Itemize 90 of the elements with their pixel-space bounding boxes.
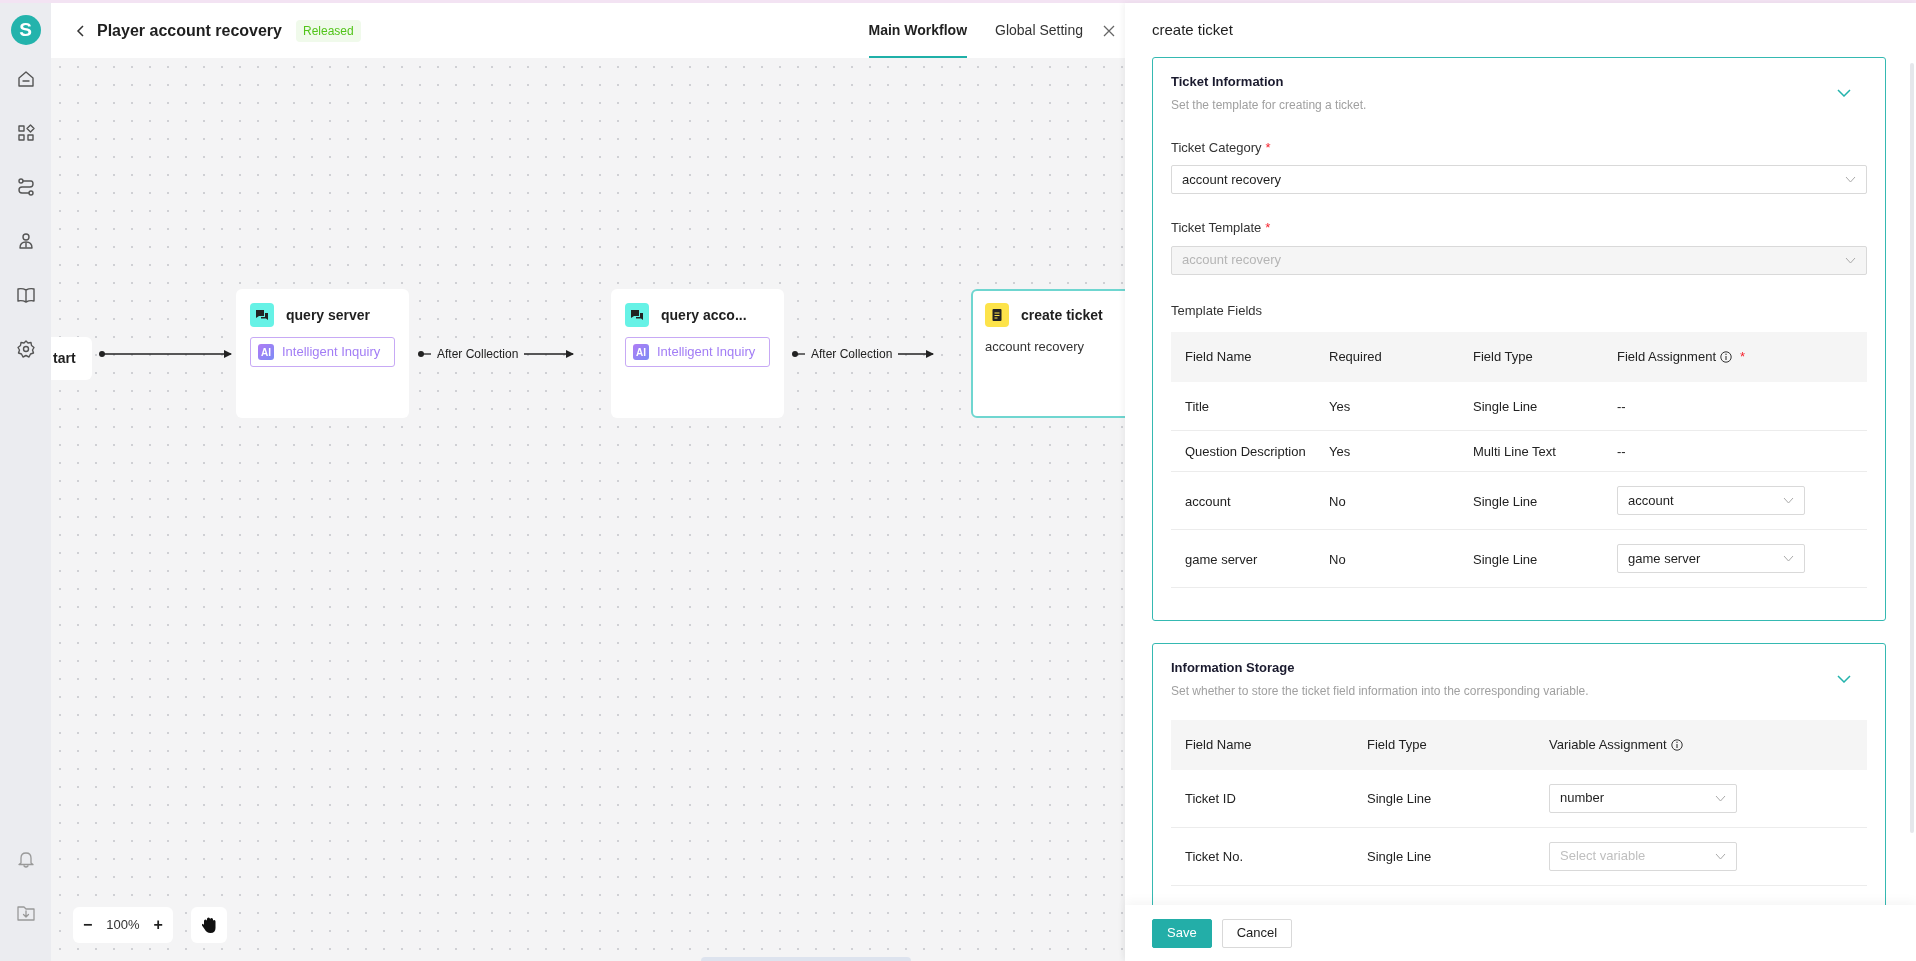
apps-icon[interactable] bbox=[15, 123, 36, 143]
flow-icon[interactable] bbox=[15, 177, 36, 197]
node-title: query server bbox=[286, 305, 371, 325]
workflow-tab[interactable]: Global Setting bbox=[995, 3, 1083, 58]
home-icon[interactable] bbox=[15, 69, 36, 89]
section-subtitle: Set whether to store the ticket field information into the corresponding variable. bbox=[1171, 682, 1589, 700]
dropdown-caret-icon bbox=[1715, 794, 1726, 802]
column-header: Variable Assignment bbox=[1549, 735, 1667, 754]
node-description: account recovery bbox=[985, 338, 1085, 356]
start-node[interactable]: tart bbox=[51, 337, 92, 380]
column-header: Field Assignment bbox=[1617, 348, 1716, 367]
zoom-out-button[interactable]: − bbox=[83, 913, 93, 937]
chevron-down-icon[interactable] bbox=[1837, 674, 1851, 683]
table-cell: Single Line bbox=[1473, 493, 1538, 509]
column-header: Field Name bbox=[1185, 348, 1252, 367]
table-cell: -- bbox=[1617, 399, 1626, 414]
table-cell: Ticket ID bbox=[1185, 791, 1236, 806]
panel-title: create ticket bbox=[1151, 20, 1234, 40]
required-asterisk: * bbox=[1740, 348, 1746, 367]
table-cell: game server bbox=[1185, 551, 1258, 567]
chevron-down-icon[interactable] bbox=[1837, 88, 1851, 97]
dropdown-caret-icon bbox=[1715, 852, 1726, 860]
chat-icon bbox=[625, 303, 649, 327]
table-cell: Yes bbox=[1329, 399, 1351, 414]
connector-label: After Collection bbox=[436, 346, 520, 363]
hand-tool-button[interactable] bbox=[191, 907, 227, 943]
ai-badge: AI bbox=[258, 344, 274, 360]
table-cell: Question Description bbox=[1185, 444, 1306, 459]
ai-badge: AI bbox=[633, 344, 649, 360]
dropdown-caret-icon bbox=[1783, 555, 1794, 562]
node-title: create ticket bbox=[1021, 305, 1103, 325]
zoom-level: 100% bbox=[106, 916, 140, 935]
field-label: Ticket Template * bbox=[1171, 219, 1272, 237]
workflow-node[interactable]: query server AI Intelligent Inquiry bbox=[236, 289, 409, 418]
zoom-in-button[interactable]: + bbox=[153, 913, 163, 937]
node-title: query acco... bbox=[661, 305, 747, 325]
section-title: Information Storage bbox=[1171, 659, 1296, 677]
hand-icon bbox=[201, 916, 217, 934]
column-header: Field Name bbox=[1185, 735, 1252, 754]
chat-icon bbox=[250, 303, 274, 327]
info-icon[interactable] bbox=[1720, 351, 1732, 363]
workflow-canvas[interactable]: tart query server AI Intelligent Inquiry query acco... AI Intelligent Inquiry create ticket account recovery After Collection After Collection − 100% + bbox=[51, 58, 1125, 961]
section-subtitle: Set the template for creating a ticket. bbox=[1171, 96, 1367, 114]
table-cell: Single Line bbox=[1473, 399, 1538, 414]
dropdown-caret-icon bbox=[1783, 497, 1794, 504]
close-icon[interactable] bbox=[1103, 24, 1115, 37]
settings-icon[interactable] bbox=[15, 339, 36, 359]
connector-arrow bbox=[898, 349, 935, 359]
column-header: Field Type bbox=[1367, 735, 1427, 754]
connector-arrow bbox=[524, 349, 575, 359]
table-cell: No bbox=[1329, 493, 1346, 509]
table-cell: account bbox=[1185, 493, 1231, 509]
tag-label: Intelligent Inquiry bbox=[657, 343, 756, 362]
table-cell: Yes bbox=[1329, 444, 1351, 459]
connector-label: After Collection bbox=[810, 346, 894, 363]
select-field[interactable]: account recovery bbox=[1171, 165, 1867, 194]
info-icon[interactable] bbox=[1670, 738, 1683, 751]
status-badge: Released bbox=[296, 19, 361, 42]
node-title: tart bbox=[53, 349, 76, 368]
workflow-title: Player account recovery bbox=[97, 20, 282, 41]
section-title: Ticket Information bbox=[1171, 73, 1285, 91]
cancel-button[interactable]: Cancel bbox=[1221, 918, 1293, 948]
field-label: Ticket Category * bbox=[1171, 138, 1272, 157]
connector-line bbox=[417, 350, 431, 358]
required-asterisk: * bbox=[1265, 220, 1271, 235]
table-cell: Multi Line Text bbox=[1473, 444, 1556, 459]
table-cell: -- bbox=[1617, 444, 1626, 459]
table-cell: Ticket No. bbox=[1185, 849, 1244, 864]
table-cell: Title bbox=[1185, 399, 1210, 414]
dropdown-caret-icon bbox=[1845, 176, 1856, 183]
table-cell: No bbox=[1329, 551, 1346, 567]
table-title: Template Fields bbox=[1171, 301, 1264, 320]
dropdown-caret-icon bbox=[1845, 256, 1856, 264]
select-field: account recovery bbox=[1171, 245, 1867, 275]
clipboard-icon bbox=[985, 303, 1009, 327]
book-icon[interactable] bbox=[15, 285, 36, 305]
back-chevron-icon[interactable] bbox=[75, 23, 87, 38]
table-cell: Single Line bbox=[1367, 849, 1432, 864]
table-cell: Single Line bbox=[1367, 791, 1432, 806]
workflow-node[interactable]: query acco... AI Intelligent Inquiry bbox=[611, 289, 784, 418]
select-field[interactable]: number bbox=[1549, 783, 1737, 813]
column-header: Field Type bbox=[1473, 348, 1533, 367]
table-cell: Single Line bbox=[1473, 551, 1538, 567]
tag-label: Intelligent Inquiry bbox=[282, 343, 381, 362]
connector-line bbox=[791, 350, 805, 358]
select-field[interactable]: game server bbox=[1617, 544, 1805, 573]
column-header: Required bbox=[1329, 348, 1382, 367]
select-field[interactable]: account bbox=[1617, 486, 1805, 515]
workflow-node[interactable]: create ticket account recovery bbox=[971, 289, 1125, 418]
required-asterisk: * bbox=[1265, 139, 1271, 155]
